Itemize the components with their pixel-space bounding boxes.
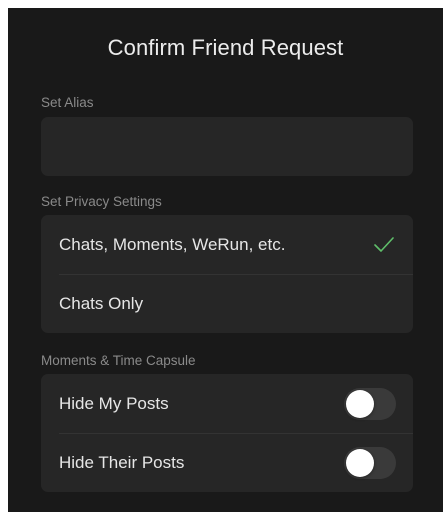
toggle-knob xyxy=(346,389,374,418)
hide-their-posts-row: Hide Their Posts xyxy=(41,433,413,492)
hide-my-posts-row: Hide My Posts xyxy=(41,374,413,433)
hide-my-posts-label: Hide My Posts xyxy=(59,393,169,413)
hide-their-posts-toggle[interactable] xyxy=(344,446,396,479)
checkmark-icon xyxy=(374,236,394,252)
privacy-option-chats-only[interactable]: Chats Only xyxy=(41,274,413,333)
privacy-option-label: Chats, Moments, WeRun, etc. xyxy=(59,234,286,254)
hide-my-posts-toggle[interactable] xyxy=(344,387,396,420)
friend-request-sheet: Confirm Friend Request Set Alias Set Pri… xyxy=(8,8,443,512)
hide-their-posts-label: Hide Their Posts xyxy=(59,452,185,472)
moments-options-group: Hide My Posts Hide Their Posts xyxy=(41,374,413,492)
privacy-option-chats-moments-werun[interactable]: Chats, Moments, WeRun, etc. xyxy=(41,215,413,274)
moments-time-capsule-label: Moments & Time Capsule xyxy=(41,353,196,368)
privacy-options-group: Chats, Moments, WeRun, etc. Chats Only xyxy=(41,215,413,333)
alias-input[interactable] xyxy=(41,117,413,176)
set-alias-label: Set Alias xyxy=(41,95,94,110)
page-title: Confirm Friend Request xyxy=(107,35,344,60)
privacy-settings-label: Set Privacy Settings xyxy=(41,194,162,209)
privacy-option-label: Chats Only xyxy=(59,293,144,313)
toggle-knob xyxy=(346,448,374,477)
